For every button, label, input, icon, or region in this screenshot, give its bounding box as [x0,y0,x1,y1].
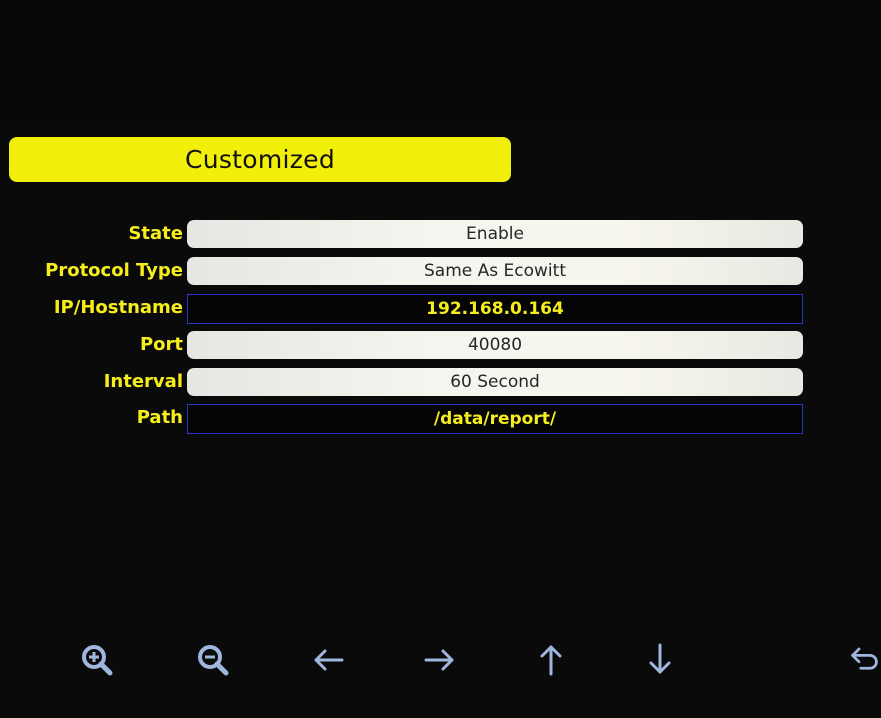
setting-row-path: Path /data/report/ [0,404,881,434]
arrow-left-icon[interactable] [308,640,348,680]
bottom-toolbar [0,630,881,690]
port-input[interactable]: 40080 [187,331,803,359]
protocol-type-select[interactable]: Same As Ecowitt [187,257,803,285]
setting-row-ip-hostname: IP/Hostname 192.168.0.164 [0,294,881,324]
state-select[interactable]: Enable [187,220,803,248]
port-label: Port [139,334,183,355]
interval-select[interactable]: 60 Second [187,368,803,396]
ip-hostname-input[interactable]: 192.168.0.164 [187,294,803,324]
zoom-out-icon[interactable] [193,640,233,680]
arrow-down-icon[interactable] [640,640,680,680]
state-label: State [128,223,183,244]
page-title: Customized [9,137,511,182]
path-label: Path [136,407,183,428]
path-input[interactable]: /data/report/ [187,404,803,434]
setting-row-state: State Enable [0,220,881,250]
arrow-right-icon[interactable] [420,640,460,680]
setting-row-protocol-type: Protocol Type Same As Ecowitt [0,257,881,287]
interval-label: Interval [103,371,183,392]
arrow-up-icon[interactable] [531,640,571,680]
setting-row-interval: Interval 60 Second [0,368,881,398]
protocol-type-label: Protocol Type [45,260,183,281]
ip-hostname-label: IP/Hostname [53,297,183,318]
zoom-in-icon[interactable] [77,640,117,680]
setting-row-port: Port 40080 [0,331,881,361]
return-icon[interactable] [848,640,881,680]
device-screen: Customized State Enable Protocol Type Sa… [0,0,881,718]
